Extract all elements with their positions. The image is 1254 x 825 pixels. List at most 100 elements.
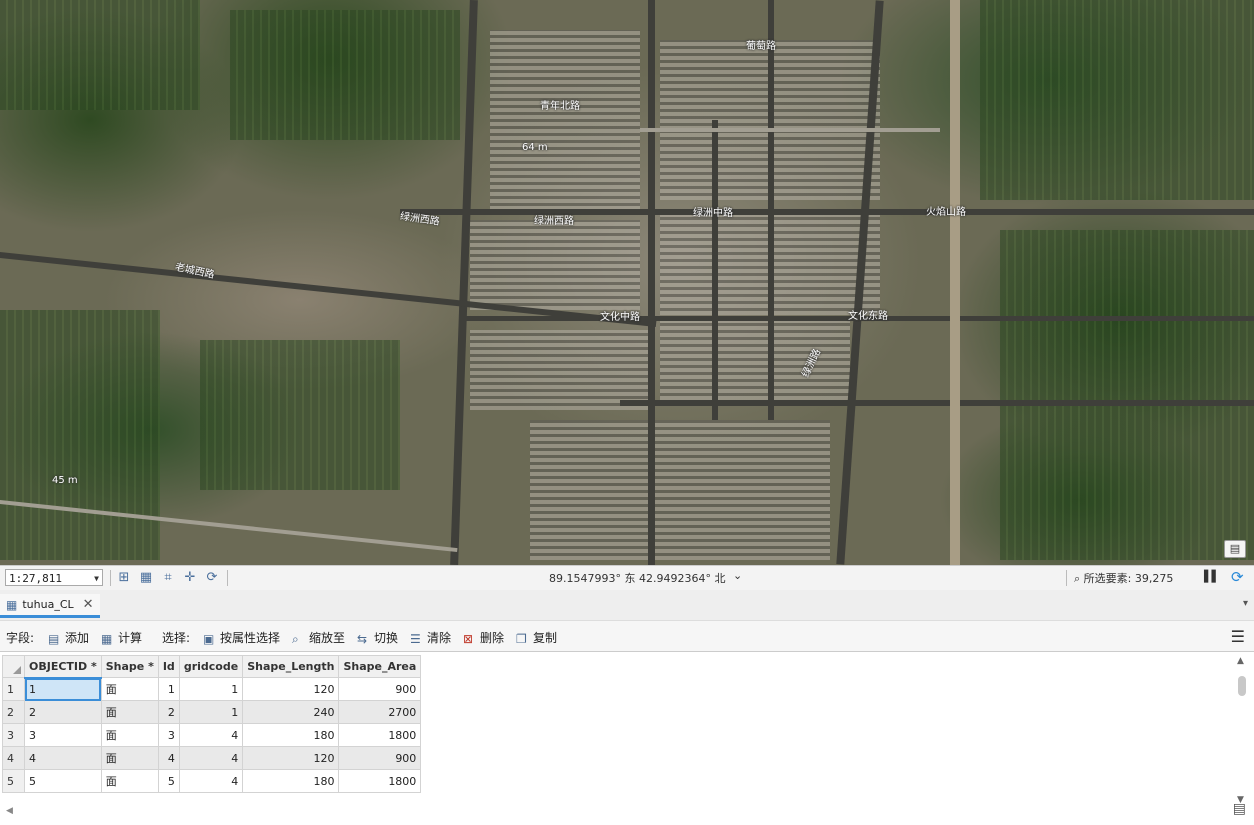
crosshair-icon[interactable]: ✛ <box>182 570 198 585</box>
table-row[interactable]: 5 5 面 5 4 180 1800 <box>2 769 422 793</box>
cell-shape-length[interactable]: 180 <box>242 769 340 793</box>
cell-objectid[interactable]: 2 <box>24 700 102 724</box>
refresh-map-icon[interactable]: ⟳ <box>204 570 220 585</box>
delete-button[interactable]: ⊠ 删除 <box>463 629 504 646</box>
cell-gridcode[interactable]: 4 <box>178 723 244 747</box>
snapping-icon[interactable]: ⌗ <box>160 570 176 585</box>
select-by-attribute-icon: ▣ <box>203 632 215 646</box>
tab-tuhua-cl[interactable]: ▦ tuhua_CL ✕ <box>0 594 100 618</box>
delete-label: 删除 <box>480 631 505 645</box>
fixed-zoom-in-icon[interactable]: ⊞ <box>116 570 132 585</box>
cell-shape[interactable]: 面 <box>100 746 159 770</box>
table-row[interactable]: 3 3 面 3 4 180 1800 <box>2 723 422 747</box>
scroll-up-icon[interactable]: ▲ <box>1237 656 1244 666</box>
map-urban-block <box>490 30 640 210</box>
map-notification-icon[interactable]: ▤ <box>1224 540 1246 558</box>
table-row[interactable]: 1 1 面 1 1 120 900 <box>2 677 422 701</box>
vertical-scrollbar[interactable]: ▲ ▼ <box>1237 656 1247 806</box>
cell-shape-area[interactable]: 1800 <box>338 723 422 747</box>
chevron-down-icon[interactable]: ▼ <box>94 570 99 587</box>
zoom-to-label: 缩放至 <box>309 631 346 645</box>
scroll-thumb[interactable] <box>1238 676 1246 696</box>
cell-shape[interactable]: 面 <box>100 700 159 724</box>
cell-id[interactable]: 4 <box>157 746 180 770</box>
column-header-shape[interactable]: Shape * <box>100 655 159 678</box>
cell-gridcode[interactable]: 1 <box>178 700 244 724</box>
cell-shape-area[interactable]: 1800 <box>338 769 422 793</box>
table-row[interactable]: 4 4 面 4 4 120 900 <box>2 746 422 770</box>
switch-label: 切换 <box>374 631 399 645</box>
column-header-id[interactable]: Id <box>157 655 180 678</box>
cell-id[interactable]: 3 <box>157 723 180 747</box>
column-header-shape-length[interactable]: Shape_Length <box>242 655 340 678</box>
cell-shape[interactable]: 面 <box>100 723 159 747</box>
map-road <box>712 120 718 420</box>
separator <box>1066 570 1067 586</box>
cell-shape[interactable]: 面 <box>100 677 159 701</box>
map-road-label: 绿洲西路 <box>534 216 574 227</box>
cell-objectid[interactable]: 4 <box>24 746 102 770</box>
select-all-corner[interactable] <box>2 655 25 678</box>
selected-features[interactable]: ⌕ 所选要素: 39,275 <box>1074 570 1173 586</box>
chevron-down-icon[interactable]: ⌄ <box>733 569 742 582</box>
cell-shape-length[interactable]: 180 <box>242 723 340 747</box>
cell-objectid[interactable]: 1 <box>24 677 102 701</box>
row-number[interactable]: 2 <box>2 700 25 724</box>
cell-gridcode[interactable]: 4 <box>178 746 244 770</box>
attribute-grid: OBJECTID * Shape * Id gridcode Shape_Len… <box>2 655 422 793</box>
cell-id[interactable]: 5 <box>157 769 180 793</box>
separator <box>110 570 111 586</box>
map-road-label: 文化中路 <box>600 312 640 323</box>
map-elevation-label: 64 m <box>522 142 548 153</box>
map-farmland <box>980 0 1254 200</box>
clear-selection-button[interactable]: ☰ 清除 <box>410 629 451 646</box>
switch-icon: ⇆ <box>357 632 368 646</box>
scale-selector[interactable]: 1:27,811 ▼ <box>5 569 103 586</box>
zoom-to-button[interactable]: ⌕ 缩放至 <box>292 629 345 646</box>
cell-shape-area[interactable]: 900 <box>338 677 422 701</box>
cell-shape-area[interactable]: 2700 <box>338 700 422 724</box>
cell-shape-length[interactable]: 120 <box>242 677 340 701</box>
row-number[interactable]: 4 <box>2 746 25 770</box>
select-by-attribute-button[interactable]: ▣ 按属性选择 <box>203 629 280 646</box>
coordinate-readout: 89.1547993° 东 42.9492364° 北 <box>549 572 726 585</box>
map-road <box>620 400 1254 406</box>
cell-gridcode[interactable]: 4 <box>178 769 244 793</box>
map-view[interactable]: 绿洲西路 绿洲西路 绿洲中路 火焰山路 老城西路 文化中路 文化东路 青年北路 … <box>0 0 1254 565</box>
scroll-left-icon[interactable]: ◀ <box>6 806 13 816</box>
cell-objectid[interactable]: 3 <box>24 723 102 747</box>
pause-icon[interactable]: ▌▌ <box>1204 570 1220 583</box>
clear-label: 清除 <box>427 631 452 645</box>
chevron-down-icon[interactable]: ▾ <box>1243 598 1248 609</box>
cell-shape-length[interactable]: 120 <box>242 746 340 770</box>
close-icon[interactable]: ✕ <box>83 597 94 612</box>
cell-objectid[interactable]: 5 <box>24 769 102 793</box>
add-field-button[interactable]: ▤ 添加 <box>48 629 89 646</box>
table-options-icon[interactable]: ▤ <box>1233 801 1246 817</box>
row-number[interactable]: 1 <box>2 677 25 701</box>
hamburger-icon[interactable]: ☰ <box>1231 627 1245 646</box>
table-row[interactable]: 2 2 面 2 1 240 2700 <box>2 700 422 724</box>
separator <box>227 570 228 586</box>
calculate-field-button[interactable]: ▦ 计算 <box>101 629 142 646</box>
map-road <box>648 0 655 565</box>
column-header-gridcode[interactable]: gridcode <box>178 655 244 678</box>
copy-button[interactable]: ❐ 复制 <box>516 629 557 646</box>
column-header-shape-area[interactable]: Shape_Area <box>338 655 422 678</box>
cell-shape-area[interactable]: 900 <box>338 746 422 770</box>
map-farmland <box>0 0 200 110</box>
map-road-label: 青年北路 <box>540 101 580 112</box>
cell-id[interactable]: 2 <box>157 700 180 724</box>
cell-gridcode[interactable]: 1 <box>178 677 244 701</box>
map-urban-block <box>660 320 850 400</box>
row-number[interactable]: 5 <box>2 769 25 793</box>
grid-icon[interactable]: ▦ <box>138 570 154 585</box>
cell-id[interactable]: 1 <box>157 677 180 701</box>
column-header-objectid[interactable]: OBJECTID * <box>24 655 102 679</box>
switch-selection-button[interactable]: ⇆ 切换 <box>357 629 398 646</box>
cell-shape-length[interactable]: 240 <box>242 700 340 724</box>
map-road-label: 火焰山路 <box>926 207 966 218</box>
row-number[interactable]: 3 <box>2 723 25 747</box>
cell-shape[interactable]: 面 <box>100 769 159 793</box>
refresh-icon[interactable]: ⟳ <box>1231 568 1244 586</box>
